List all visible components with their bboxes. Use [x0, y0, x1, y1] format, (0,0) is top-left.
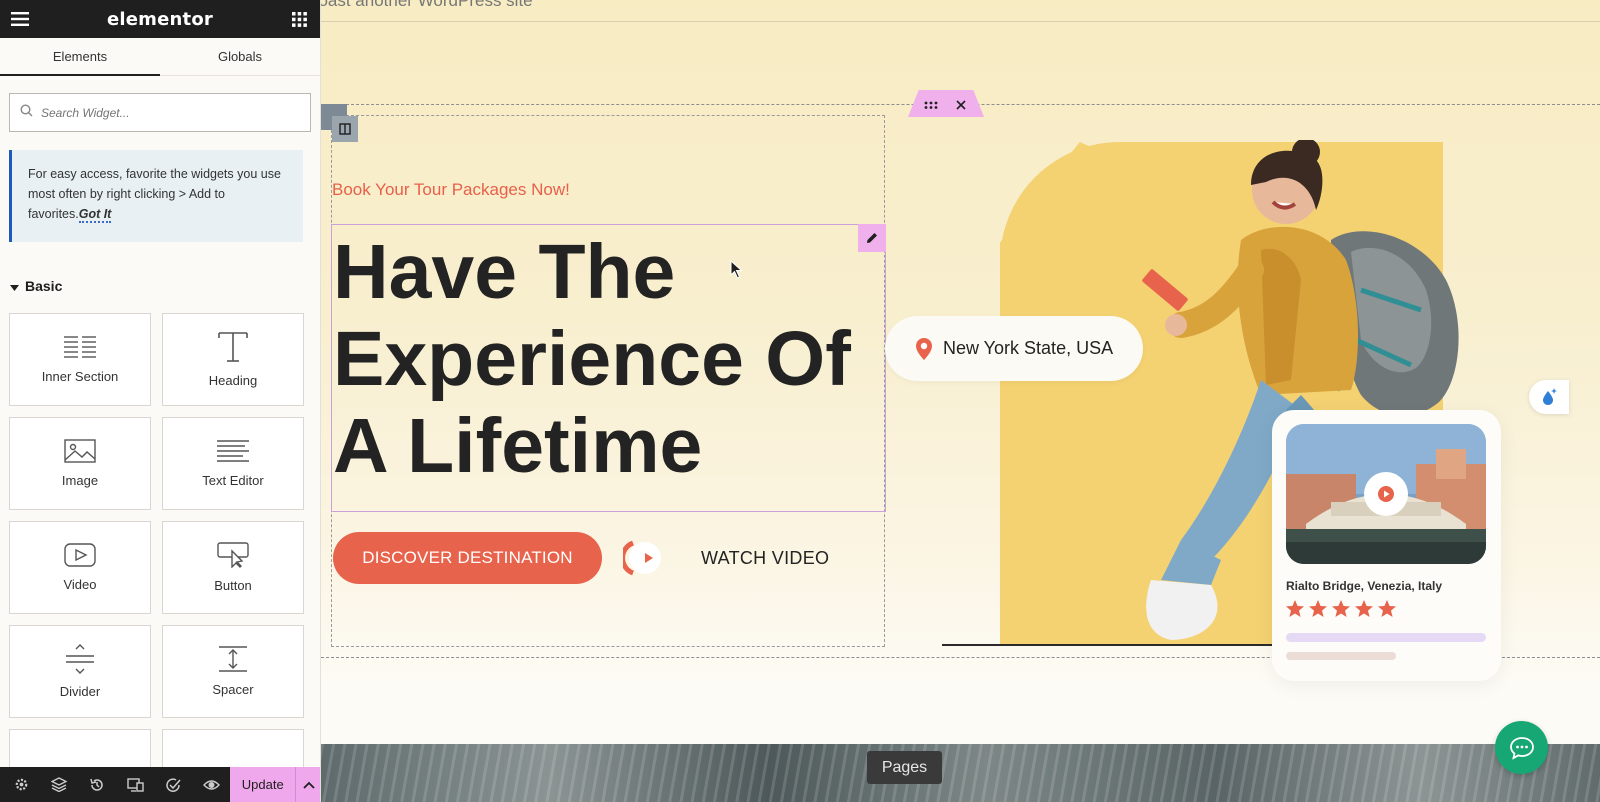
responsive-mode-icon[interactable] — [116, 767, 154, 802]
section-title: Basic — [25, 278, 63, 294]
eye-icon[interactable] — [192, 767, 230, 802]
pages-button[interactable]: Pages — [867, 751, 942, 784]
navigator-layers-icon[interactable] — [40, 767, 78, 802]
chat-support-button[interactable] — [1495, 721, 1548, 774]
tab-elements[interactable]: Elements — [0, 38, 160, 76]
card-placeholder-bar — [1286, 633, 1486, 642]
previous-section: boast another WordPress site — [321, 0, 1600, 22]
destination-photo — [1286, 424, 1486, 564]
drag-handle-icon[interactable] — [923, 97, 939, 113]
next-section-background — [321, 744, 1600, 802]
widget-label: Button — [214, 578, 252, 593]
widget-label: Divider — [59, 684, 101, 699]
hero-heading: Have The Experience Of A Lifetime — [333, 229, 873, 490]
chat-bubble-icon — [1509, 736, 1534, 760]
text-editor-icon — [217, 440, 249, 462]
settings-icon[interactable] — [2, 767, 40, 802]
update-button[interactable]: Update — [230, 767, 296, 802]
elementor-logo: elementor — [106, 8, 213, 30]
watch-video-link[interactable]: WATCH VIDEO — [701, 548, 829, 569]
basic-section-toggle[interactable]: Basic — [10, 278, 320, 294]
widget-label: Video — [63, 577, 97, 592]
widget-label: Heading — [208, 373, 258, 388]
location-text: New York State, USA — [943, 338, 1114, 358]
widget-video[interactable]: Video — [9, 521, 151, 614]
hero-heading-line: Have The — [333, 229, 676, 315]
widgets-grid-icon[interactable] — [290, 9, 310, 29]
editor-panel: elementor Elements Globals For easy acce… — [0, 0, 321, 802]
tour-subheading: Book Your Tour Packages Now! — [332, 180, 570, 199]
ai-assistant-button[interactable] — [1529, 380, 1569, 414]
chevron-up-icon[interactable] — [295, 767, 320, 802]
hero-heading-line: A Lifetime — [333, 403, 703, 489]
favorites-tip: For easy access, favorite the widgets yo… — [9, 150, 303, 242]
destination-card: Rialto Bridge, Venezia, Italy — [1272, 410, 1501, 681]
ai-droplet-icon — [1543, 388, 1557, 405]
divider-icon — [66, 644, 94, 674]
card-placeholder-bar — [1286, 652, 1396, 660]
widget-inner-section[interactable]: Inner Section — [9, 313, 151, 406]
star-icon — [1309, 600, 1327, 617]
search-widget-field[interactable] — [9, 93, 311, 132]
search-input[interactable] — [41, 105, 300, 120]
widget-heading[interactable]: Heading — [162, 313, 304, 406]
got-it-link[interactable]: Got It — [78, 207, 112, 223]
play-video-icon[interactable] — [623, 540, 665, 576]
button-icon — [217, 542, 249, 568]
star-icon — [1332, 600, 1350, 617]
preview-canvas: boast another WordPress site Book Your T… — [321, 0, 1600, 802]
star-rating — [1286, 600, 1396, 617]
search-icon — [20, 103, 33, 122]
column-handle[interactable] — [321, 104, 358, 143]
widget-text-editor[interactable]: Text Editor — [162, 417, 304, 510]
inner-section-icon — [64, 336, 96, 358]
image-icon — [64, 439, 96, 463]
widget-label: Text Editor — [202, 473, 264, 488]
mouse-cursor-icon — [730, 260, 743, 279]
video-icon — [64, 543, 96, 567]
widget-button[interactable]: Button — [162, 521, 304, 614]
widget-grid: Inner Section Heading Image Text Editor … — [9, 313, 320, 802]
panel-header: elementor — [0, 0, 320, 38]
widget-divider[interactable]: Divider — [9, 625, 151, 718]
map-pin-icon — [916, 337, 932, 360]
menu-icon[interactable] — [10, 9, 30, 29]
destination-title: Rialto Bridge, Venezia, Italy — [1286, 579, 1443, 593]
previous-section-text: boast another WordPress site — [321, 0, 533, 10]
play-icon — [1378, 486, 1394, 502]
location-pill: New York State, USA — [885, 316, 1143, 381]
column-layout-icon[interactable] — [332, 116, 358, 142]
heading-icon — [218, 332, 248, 362]
panel-tabs: Elements Globals — [0, 38, 320, 76]
panel-footer: Update — [0, 767, 320, 802]
tip-text: For easy access, favorite the widgets yo… — [28, 167, 281, 221]
spacer-icon — [219, 646, 247, 672]
tab-globals[interactable]: Globals — [160, 38, 320, 75]
close-icon[interactable] — [953, 97, 969, 113]
widget-label: Inner Section — [41, 369, 119, 384]
widget-image[interactable]: Image — [9, 417, 151, 510]
star-icon — [1378, 600, 1396, 617]
star-icon — [1286, 600, 1304, 617]
history-icon[interactable] — [78, 767, 116, 802]
widget-spacer[interactable]: Spacer — [162, 625, 304, 718]
caret-down-icon — [10, 278, 19, 294]
card-play-button[interactable] — [1364, 472, 1408, 516]
section-handle[interactable] — [908, 90, 984, 117]
widget-label: Image — [61, 473, 99, 488]
hero-heading-line: Experience Of — [333, 316, 851, 402]
preview-changes-icon[interactable] — [154, 767, 192, 802]
widget-label: Spacer — [212, 682, 254, 697]
discover-destination-button[interactable]: DISCOVER DESTINATION — [333, 532, 602, 584]
star-icon — [1355, 600, 1373, 617]
